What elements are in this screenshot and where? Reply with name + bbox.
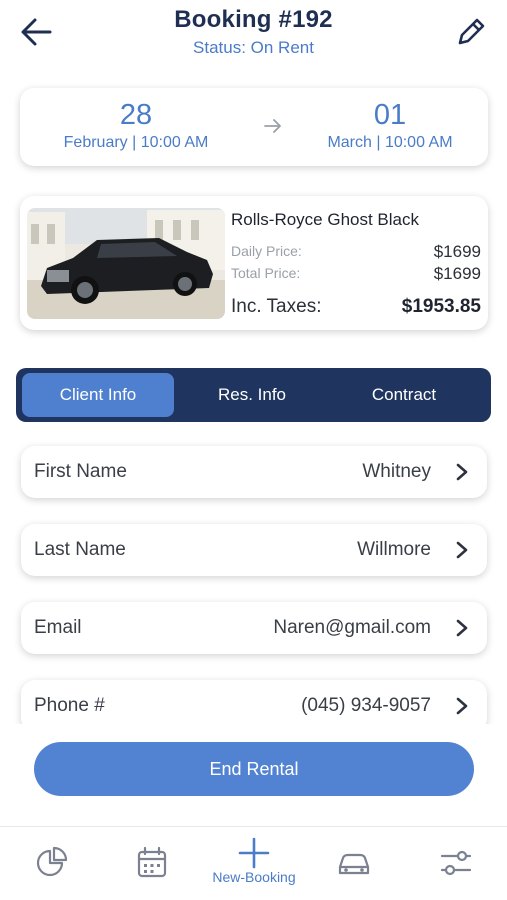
chevron-right-icon bbox=[456, 541, 468, 559]
end-rental-button[interactable]: End Rental bbox=[34, 742, 474, 796]
field-label: Email bbox=[34, 617, 82, 638]
field-label: Phone # bbox=[34, 695, 105, 716]
header: Booking #192 Status: On Rent bbox=[0, 0, 507, 72]
tax-label: Inc. Taxes: bbox=[231, 296, 322, 317]
car-name: Rolls-Royce Ghost Black bbox=[231, 210, 420, 229]
field-last-name[interactable]: Last Name Willmore bbox=[21, 524, 487, 576]
car-photo bbox=[27, 208, 225, 319]
field-first-name[interactable]: First Name Whitney bbox=[21, 446, 487, 498]
field-value: Willmore bbox=[357, 539, 431, 560]
chevron-right-icon bbox=[456, 697, 468, 715]
info-tabs: Client Info Res. Info Contract bbox=[16, 368, 491, 422]
total-price-value: $1699 bbox=[433, 264, 481, 283]
field-email[interactable]: Email Naren@gmail.com bbox=[21, 602, 487, 654]
arrow-right-icon bbox=[262, 116, 284, 136]
pencil-icon[interactable] bbox=[453, 14, 489, 50]
start-day: 28 bbox=[119, 99, 153, 131]
field-label: Last Name bbox=[34, 539, 126, 560]
tax-row: Inc. Taxes: $1953.85 bbox=[231, 296, 481, 318]
car-icon[interactable] bbox=[334, 843, 374, 883]
tab-client-info[interactable]: Client Info bbox=[22, 373, 174, 417]
tab-contract[interactable]: Contract bbox=[328, 373, 480, 417]
start-time: February | 10:00 AM bbox=[63, 134, 209, 151]
tax-value: $1953.85 bbox=[401, 296, 481, 317]
field-label: First Name bbox=[34, 461, 127, 482]
daily-price-label: Daily Price: bbox=[231, 243, 302, 259]
pie-chart-icon[interactable] bbox=[32, 843, 72, 883]
daily-price-row: Daily Price: $1699 bbox=[231, 242, 481, 261]
end-day: 01 bbox=[373, 99, 407, 131]
end-date: 01 March | 10:00 AM bbox=[300, 98, 480, 152]
chevron-right-icon bbox=[456, 463, 468, 481]
client-fields: First Name Whitney Last Name Willmore Em… bbox=[0, 440, 507, 724]
field-phone[interactable]: Phone # (045) 934-9057 bbox=[21, 680, 487, 724]
page-title: Booking #192 bbox=[174, 6, 333, 33]
end-time: March | 10:00 AM bbox=[327, 134, 453, 151]
chevron-right-icon bbox=[456, 619, 468, 637]
field-value: Naren@gmail.com bbox=[273, 617, 431, 638]
sliders-icon[interactable] bbox=[436, 843, 476, 883]
field-value: (045) 934-9057 bbox=[301, 695, 431, 716]
total-price-label: Total Price: bbox=[231, 265, 301, 281]
date-range-card: 28 February | 10:00 AM 01 March | 10:00 … bbox=[20, 88, 488, 166]
vehicle-card: Rolls-Royce Ghost Black Daily Price: $16… bbox=[20, 196, 488, 330]
field-value: Whitney bbox=[362, 461, 431, 482]
tab-res-info[interactable]: Res. Info bbox=[176, 373, 328, 417]
daily-price-value: $1699 bbox=[433, 242, 481, 261]
total-price-row: Total Price: $1699 bbox=[231, 264, 481, 283]
status-text: Status: On Rent bbox=[193, 38, 314, 57]
calendar-icon[interactable] bbox=[132, 843, 172, 883]
bottom-nav: New-Booking bbox=[0, 826, 507, 900]
new-booking-label[interactable]: New-Booking bbox=[200, 869, 308, 885]
start-date: 28 February | 10:00 AM bbox=[46, 98, 226, 152]
